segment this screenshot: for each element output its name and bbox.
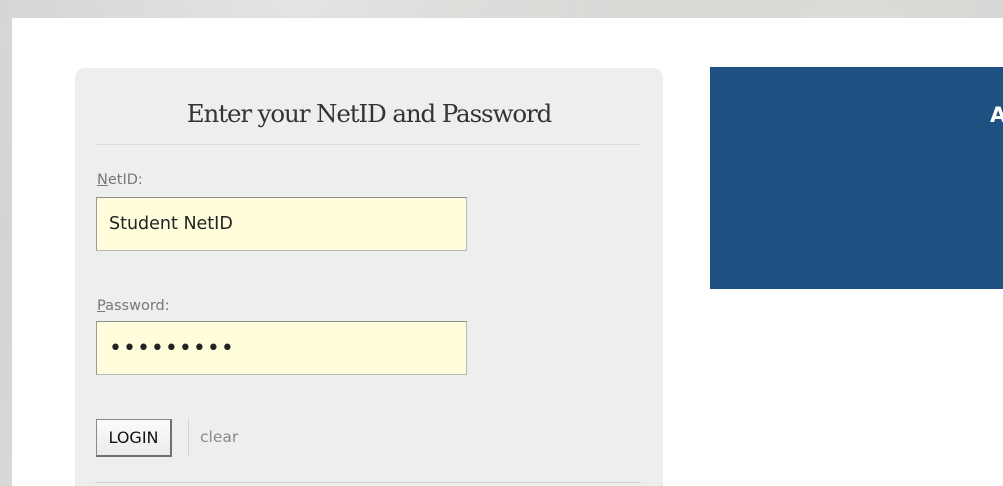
bottom-divider: [95, 482, 641, 483]
button-divider: [188, 418, 189, 457]
password-input[interactable]: [96, 321, 467, 375]
netid-input[interactable]: [96, 197, 467, 251]
info-panel: A: [710, 67, 1003, 289]
info-panel-heading: A: [990, 103, 1003, 127]
clear-link[interactable]: clear: [200, 428, 238, 446]
password-label: Password:: [97, 297, 170, 315]
netid-label: NetID:: [97, 171, 143, 189]
login-button[interactable]: LOGIN: [96, 419, 172, 457]
password-label-text: assword:: [105, 298, 170, 314]
title-divider: [95, 144, 641, 145]
login-form: Enter your NetID and Password NetID: Pas…: [75, 68, 663, 486]
login-title: Enter your NetID and Password: [186, 99, 553, 128]
password-label-accesskey: P: [97, 298, 106, 314]
netid-label-text: etID:: [107, 172, 143, 188]
page-content: Enter your NetID and Password NetID: Pas…: [12, 18, 1003, 486]
netid-label-accesskey: N: [97, 172, 108, 188]
